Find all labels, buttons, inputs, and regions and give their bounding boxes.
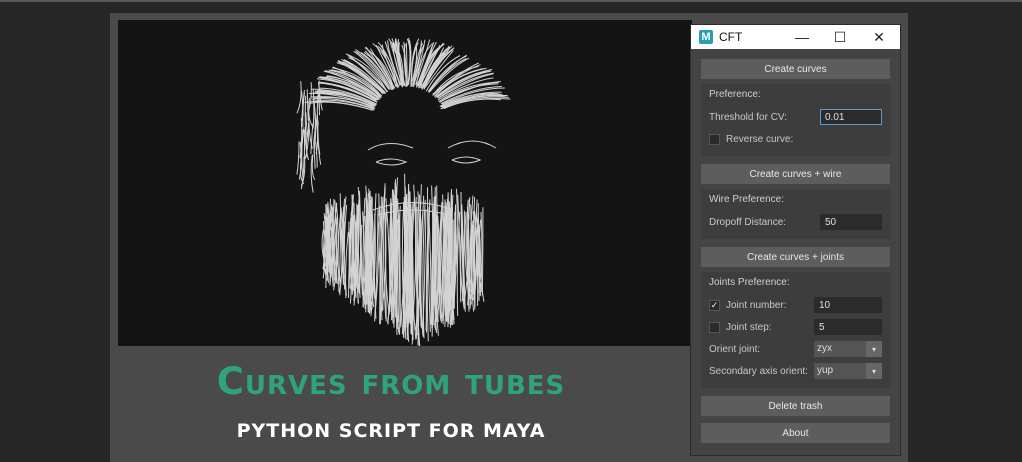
reverse-curve-checkbox[interactable] (709, 133, 720, 145)
about-button[interactable]: About (701, 423, 890, 443)
banner-subtitle: PYTHON SCRIPT FOR MAYA (236, 420, 546, 442)
create-curves-button[interactable]: Create curves (701, 59, 890, 79)
wire-preference-label: Wire Preference: (709, 194, 785, 205)
preference-group: Preference: Threshold for CV: 0.01 Rever… (701, 84, 890, 156)
wire-preference-group: Wire Preference: Dropoff Distance: 50 (701, 189, 890, 239)
create-curves-joints-button[interactable]: Create curves + joints (701, 247, 890, 267)
chevron-down-icon: ▾ (866, 363, 882, 379)
maximize-button[interactable]: ☐ (825, 25, 855, 49)
orient-joint-value: zyx (817, 343, 832, 354)
joint-step-input[interactable]: 5 (814, 319, 882, 335)
window-titlebar[interactable]: M CFT — ☐ ✕ (691, 25, 900, 49)
secondary-axis-value: yup (817, 365, 834, 376)
delete-trash-button[interactable]: Delete trash (701, 396, 890, 416)
joint-number-input[interactable]: 10 (814, 297, 882, 313)
joint-step-checkbox[interactable] (709, 321, 720, 333)
hair-curves-illustration (296, 37, 511, 346)
minimize-button[interactable]: — (787, 25, 817, 49)
chevron-down-icon: ▾ (866, 341, 882, 357)
joints-preference-label: Joints Preference: (709, 277, 790, 288)
joint-number-label: Joint number: (726, 299, 787, 311)
reverse-curve-label: Reverse curve: (726, 133, 794, 145)
banner-title: Curves from tubes (216, 360, 566, 403)
joints-preference-group: Joints Preference: ✓ Joint number: 10 Jo… (701, 272, 890, 388)
maya-logo-icon: M (699, 30, 713, 44)
cft-window: M CFT — ☐ ✕ Create curves Preference: Th… (690, 24, 901, 456)
orient-joint-label: Orient joint: (709, 343, 761, 355)
joint-number-checkbox[interactable]: ✓ (709, 299, 720, 311)
preference-label: Preference: (709, 89, 761, 100)
close-button[interactable]: ✕ (864, 25, 894, 49)
orient-joint-dropdown[interactable]: zyx ▾ (814, 341, 882, 357)
secondary-axis-dropdown[interactable]: yup ▾ (814, 363, 882, 379)
dropoff-label: Dropoff Distance: (709, 216, 787, 228)
joint-step-label: Joint step: (726, 321, 772, 333)
window-title: CFT (719, 30, 743, 44)
top-edge-line (0, 0, 1022, 2)
dropoff-input[interactable]: 50 (820, 214, 882, 230)
create-curves-wire-button[interactable]: Create curves + wire (701, 164, 890, 184)
maya-viewport[interactable] (118, 20, 692, 346)
threshold-input[interactable]: 0.01 (820, 109, 882, 125)
secondary-axis-label: Secondary axis orient: (709, 365, 808, 377)
threshold-label: Threshold for CV: (709, 111, 787, 123)
